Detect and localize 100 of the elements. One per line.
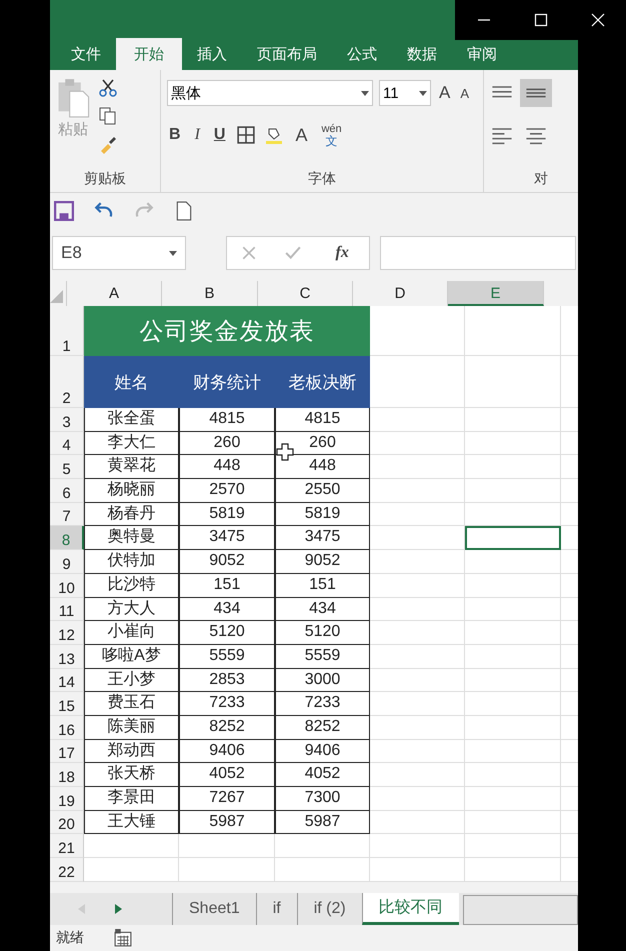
align-center-icon[interactable]: [524, 125, 548, 145]
borders-icon[interactable]: [237, 126, 256, 144]
ribbon-tab[interactable]: 数据: [392, 38, 452, 70]
table-cell: 李大仁: [84, 432, 179, 456]
table-cell: 3475: [275, 526, 370, 550]
table-cell: 方大人: [84, 598, 179, 622]
row-header[interactable]: 22: [50, 858, 84, 882]
table-cell: 伏特加: [84, 550, 179, 574]
table-cell: 杨晓丽: [84, 479, 179, 503]
row-header[interactable]: 4: [50, 432, 84, 456]
group-label: 剪贴板: [83, 170, 127, 188]
table-cell: 张天桥: [84, 763, 179, 787]
table-cell: 8252: [275, 716, 370, 740]
sheet-tab[interactable]: 比较不同: [362, 893, 459, 925]
row-header[interactable]: 11: [50, 598, 84, 622]
scissors-icon[interactable]: [98, 78, 118, 98]
row-header[interactable]: 20: [50, 810, 84, 834]
italic-button[interactable]: I: [192, 126, 202, 144]
new-document-icon[interactable]: [174, 201, 194, 221]
row-header[interactable]: 9: [50, 550, 84, 574]
grow-font-button[interactable]: A: [437, 83, 452, 103]
formula-input[interactable]: [380, 236, 576, 270]
table-cell: 9052: [179, 550, 275, 574]
table-cell: 151: [275, 574, 370, 598]
caret-icon: [419, 90, 427, 96]
row-header[interactable]: 15: [50, 692, 84, 716]
align-left-icon[interactable]: [490, 125, 514, 145]
status-text: 就绪: [56, 929, 84, 947]
table-cell: 9406: [275, 740, 370, 764]
table-cell: 434: [179, 598, 275, 622]
row-header[interactable]: 18: [50, 763, 84, 787]
table-cell: 小崔向: [84, 621, 179, 645]
row-header[interactable]: 8: [50, 526, 84, 550]
underline-button[interactable]: U: [212, 126, 228, 144]
shrink-font-button[interactable]: A: [458, 86, 472, 100]
column-header[interactable]: E: [448, 281, 544, 306]
check-icon[interactable]: [285, 245, 302, 261]
font-size-dropdown[interactable]: 11: [379, 80, 431, 106]
table-cell: 4815: [275, 408, 370, 432]
table-cell: 王大锤: [84, 810, 179, 834]
table-cell: 奥特曼: [84, 526, 179, 550]
table-cell: 王小梦: [84, 668, 179, 692]
table-cell: 2570: [179, 479, 275, 503]
ribbon-tab[interactable]: 插入: [182, 38, 242, 70]
table-cell: 5819: [179, 502, 275, 526]
row-header[interactable]: 17: [50, 740, 84, 764]
table-cell: 李景田: [84, 787, 179, 811]
insert-function-button[interactable]: fx: [330, 243, 355, 263]
bold-button[interactable]: B: [167, 126, 183, 144]
name-box[interactable]: E8: [52, 236, 186, 270]
ribbon-tab[interactable]: 公式: [332, 38, 392, 70]
macro-record-icon[interactable]: [114, 929, 132, 947]
table-cell: 5120: [179, 621, 275, 645]
font-color-button[interactable]: A: [293, 124, 310, 146]
table-cell: 5987: [179, 810, 275, 834]
row-header[interactable]: 10: [50, 574, 84, 598]
table-cell: 434: [275, 598, 370, 622]
table-cell: 3475: [179, 526, 275, 550]
group-label: 对: [534, 170, 549, 188]
ribbon-tab[interactable]: 审阅: [452, 38, 512, 70]
table-cell: 5559: [179, 644, 275, 669]
header-cell: 老板决断: [275, 356, 370, 408]
table-cell: 黄翠花: [84, 455, 179, 480]
align-middle-icon[interactable]: [520, 79, 552, 107]
selected-cell[interactable]: [465, 526, 561, 550]
row-header[interactable]: 5: [50, 455, 84, 480]
table-cell: 151: [179, 574, 275, 598]
table-cell: 5987: [275, 810, 370, 834]
header-cell: 财务统计: [179, 356, 275, 408]
phonetic-button[interactable]: wén 文: [319, 124, 344, 146]
row-header[interactable]: 21: [50, 834, 84, 858]
row-header[interactable]: 3: [50, 408, 84, 432]
table-cell: 5559: [275, 644, 370, 669]
scroll-right-icon[interactable]: [114, 904, 122, 914]
font-name-dropdown[interactable]: 黑体: [167, 80, 373, 106]
table-title: 公司奖金发放表: [84, 306, 370, 356]
fill-color-icon[interactable]: [265, 126, 284, 144]
ribbon-tab[interactable]: 开始: [116, 38, 182, 70]
table-cell: 8252: [179, 716, 275, 740]
table-cell: 4052: [179, 763, 275, 787]
close-icon[interactable]: [590, 13, 604, 27]
row-header[interactable]: 6: [50, 479, 84, 503]
ribbon-tab[interactable]: 页面布局: [242, 38, 332, 70]
row-header[interactable]: 1: [50, 306, 84, 356]
row-header[interactable]: 12: [50, 621, 84, 645]
copy-icon[interactable]: [98, 106, 118, 126]
maximize-icon[interactable]: [534, 13, 548, 27]
row-header[interactable]: 7: [50, 502, 84, 526]
save-icon[interactable]: [54, 201, 74, 221]
table-cell: 3000: [275, 668, 370, 692]
row-header[interactable]: 13: [50, 644, 84, 669]
row-header[interactable]: 14: [50, 668, 84, 692]
caret-icon: [361, 90, 369, 96]
row-header[interactable]: 16: [50, 716, 84, 740]
table-cell: 9406: [179, 740, 275, 764]
row-header[interactable]: 2: [50, 356, 84, 408]
row-header[interactable]: 19: [50, 787, 84, 811]
table-cell: 7300: [275, 787, 370, 811]
ribbon-tab[interactable]: 文件: [56, 38, 116, 70]
table-cell: 5819: [275, 502, 370, 526]
